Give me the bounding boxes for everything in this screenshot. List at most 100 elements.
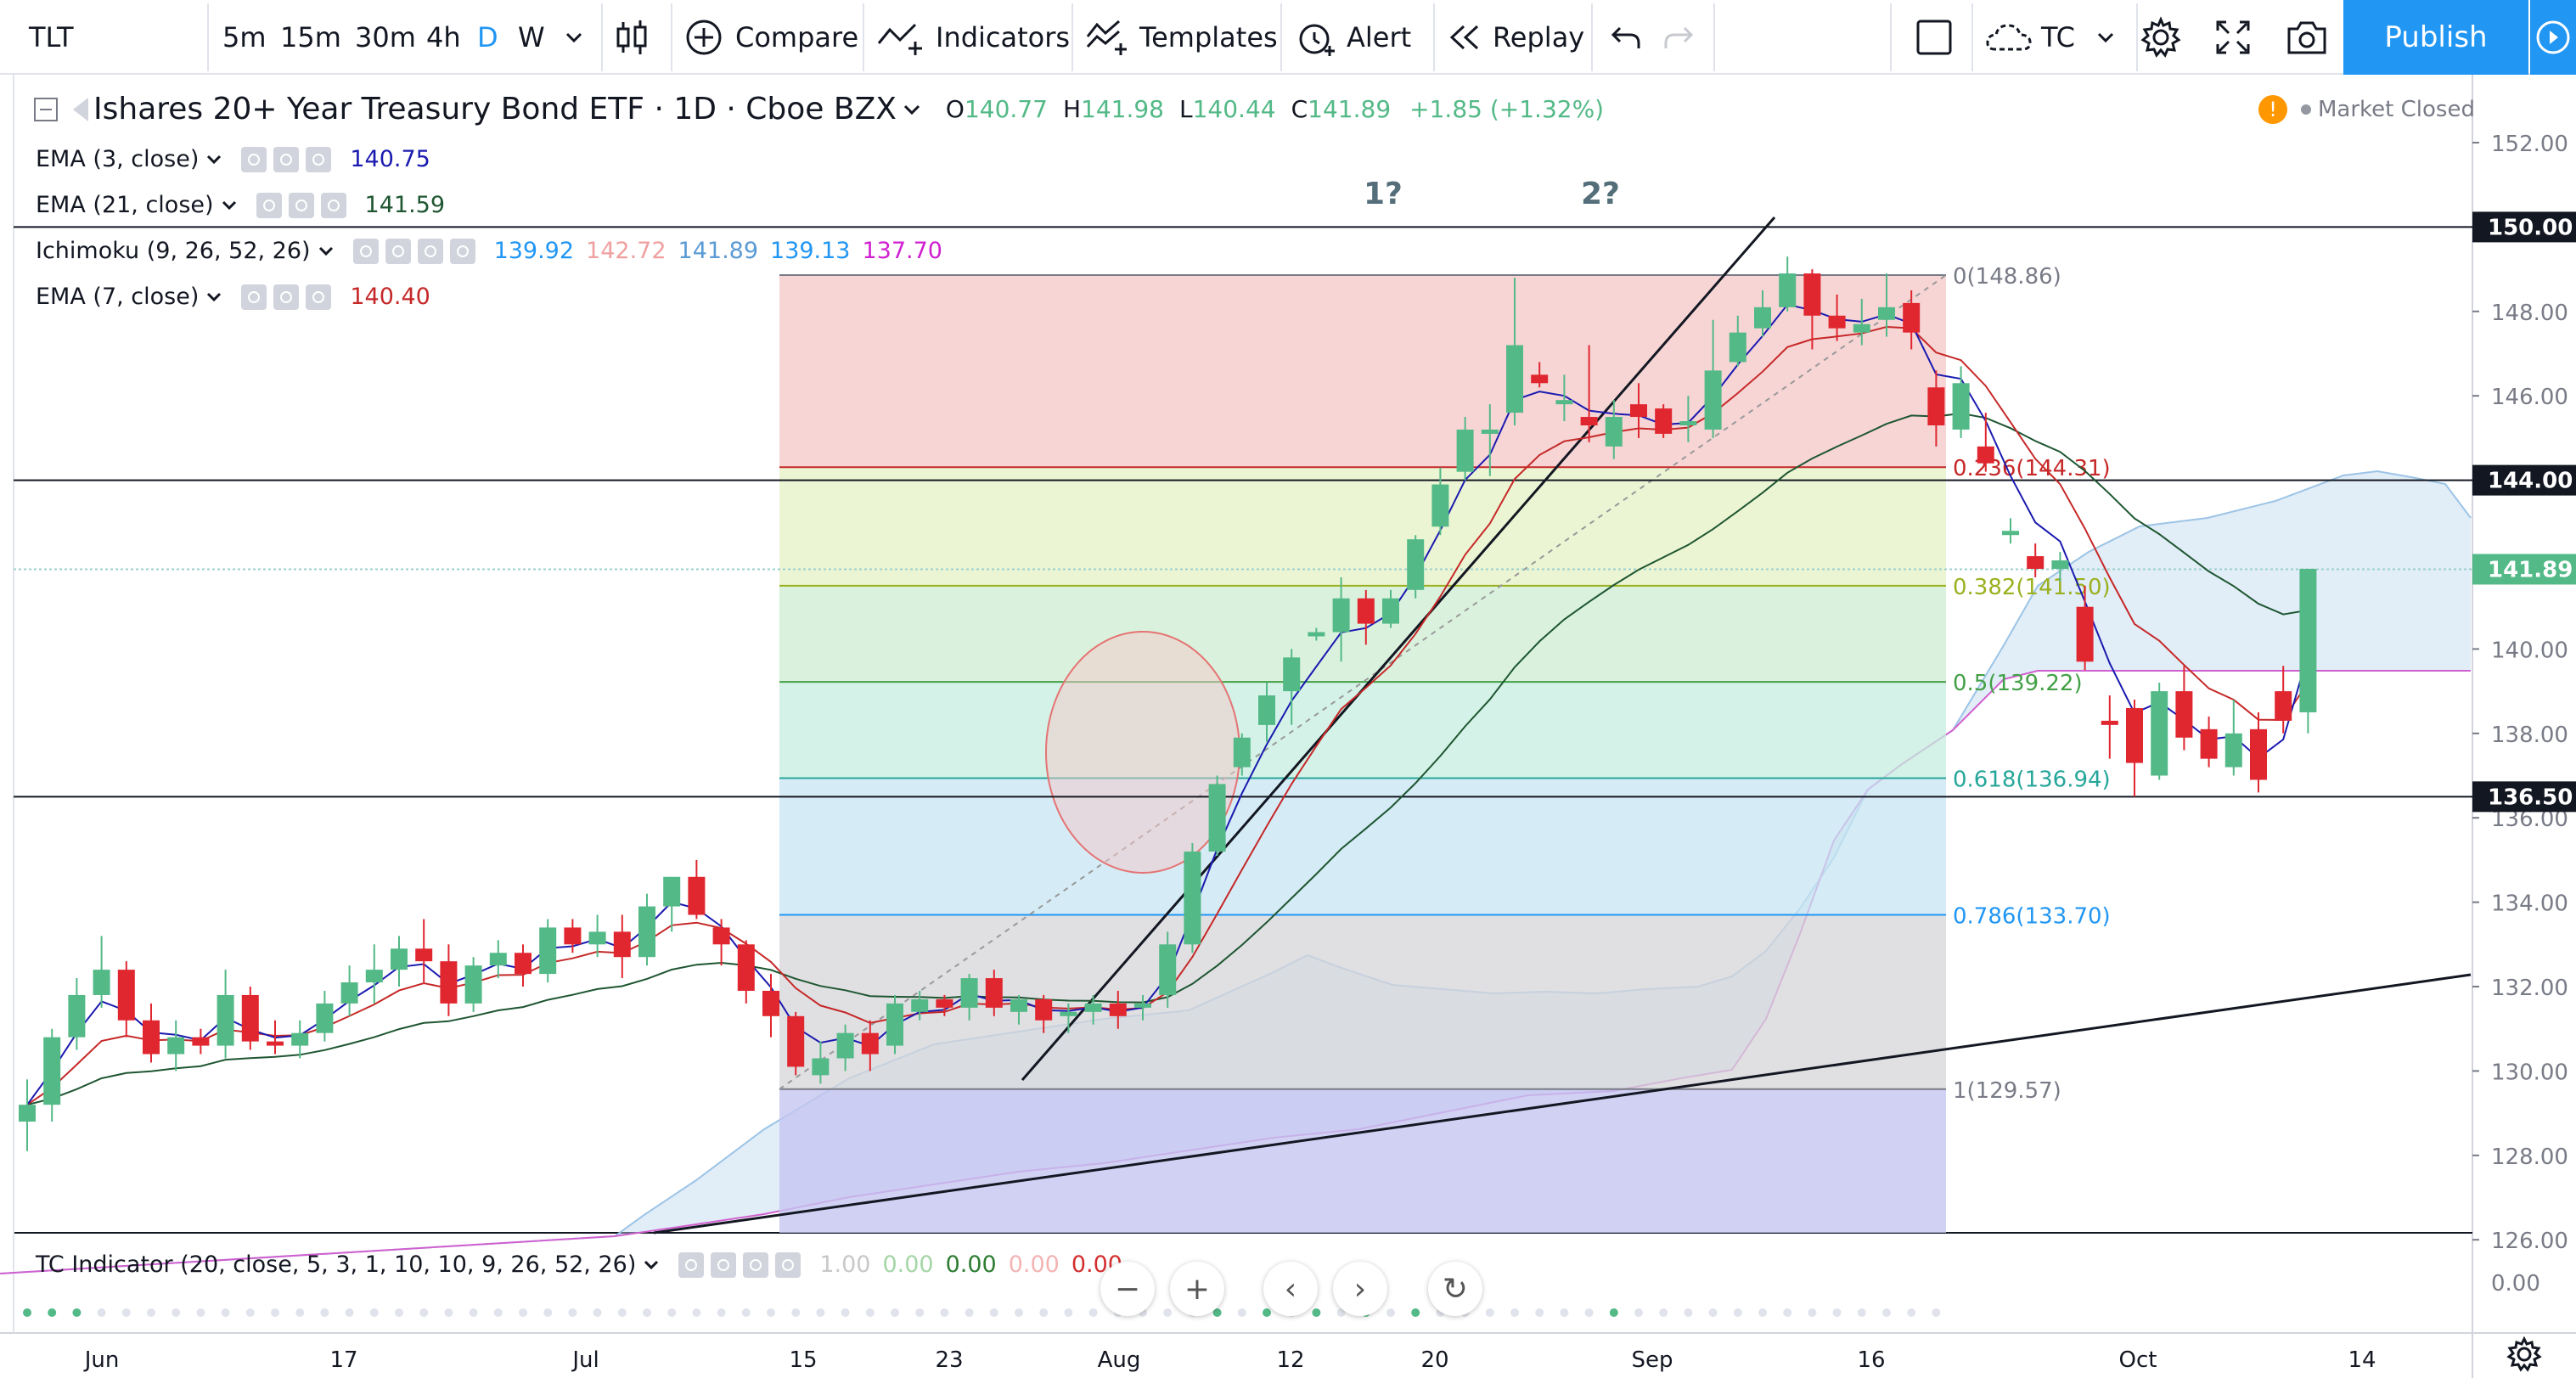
candle-body[interactable]: [1878, 307, 1895, 320]
candle-body[interactable]: [1977, 446, 1994, 464]
candle-body[interactable]: [1580, 417, 1598, 425]
candle-body[interactable]: [588, 931, 606, 945]
chevron-down-icon[interactable]: [318, 243, 335, 260]
candle-body[interactable]: [1258, 695, 1275, 725]
candle-body[interactable]: [365, 970, 383, 983]
candle-body[interactable]: [1283, 657, 1301, 692]
candle-body[interactable]: [613, 931, 631, 958]
candle-body[interactable]: [1159, 944, 1177, 995]
candle-body[interactable]: [911, 998, 929, 1012]
visibility-icon[interactable]: [241, 284, 267, 310]
candle-body[interactable]: [1109, 1003, 1127, 1016]
settings-icon[interactable]: [273, 284, 300, 310]
candle-body[interactable]: [167, 1037, 185, 1055]
remove-icon[interactable]: [320, 192, 346, 218]
candle-body[interactable]: [2175, 691, 2193, 738]
candle-body[interactable]: [415, 948, 433, 962]
visibility-icon[interactable]: [352, 238, 379, 264]
candle-body[interactable]: [489, 953, 507, 966]
candle-body[interactable]: [2101, 720, 2118, 725]
candle-body[interactable]: [2275, 691, 2292, 721]
candle-body[interactable]: [2076, 606, 2094, 662]
annotation-label-1[interactable]: 1?: [1364, 177, 1403, 211]
candle-body[interactable]: [93, 970, 110, 995]
candle-body[interactable]: [2200, 728, 2218, 759]
candle-body[interactable]: [2126, 707, 2143, 763]
candle-body[interactable]: [117, 970, 135, 1021]
flag-icon[interactable]: [73, 97, 88, 121]
candle-body[interactable]: [241, 994, 259, 1042]
candle-body[interactable]: [2250, 728, 2267, 780]
candle-body[interactable]: [143, 1020, 160, 1055]
candle-body[interactable]: [1084, 1003, 1102, 1012]
candle-body[interactable]: [1655, 408, 1673, 434]
candle-body[interactable]: [1060, 1011, 1077, 1016]
candle-body[interactable]: [2299, 568, 2317, 712]
candle-body[interactable]: [886, 1003, 903, 1046]
chevron-down-icon[interactable]: [205, 151, 222, 168]
candle-body[interactable]: [1481, 429, 1499, 434]
candle-body[interactable]: [1927, 387, 1945, 425]
candle-body[interactable]: [1035, 998, 1053, 1021]
candle-body[interactable]: [1952, 383, 1970, 430]
indicator-legend-row[interactable]: Ichimoku (9, 26, 52, 26) 139.92 142.72 141.…: [36, 238, 942, 264]
scroll-right-button[interactable]: ›: [1333, 1262, 1387, 1316]
candle-body[interactable]: [1184, 851, 1201, 945]
remove-icon[interactable]: [306, 146, 332, 172]
candle-body[interactable]: [1431, 484, 1449, 527]
visibility-icon[interactable]: [256, 192, 282, 218]
candle-body[interactable]: [1010, 998, 1027, 1012]
candle-body[interactable]: [515, 953, 532, 975]
candle-body[interactable]: [1704, 370, 1722, 430]
remove-icon[interactable]: [775, 1251, 801, 1278]
candle-body[interactable]: [440, 961, 458, 1004]
candle-body[interactable]: [267, 1041, 284, 1046]
candle-body[interactable]: [1605, 417, 1623, 447]
candle-body[interactable]: [1233, 737, 1251, 768]
source-code-icon[interactable]: [417, 238, 443, 264]
candle-body[interactable]: [192, 1037, 210, 1046]
candle-body[interactable]: [861, 1032, 879, 1055]
candle-body[interactable]: [539, 927, 557, 975]
annotation-label-2[interactable]: 2?: [1581, 177, 1620, 211]
candle-body[interactable]: [68, 994, 86, 1038]
settings-icon[interactable]: [288, 192, 314, 218]
chevron-down-icon[interactable]: [902, 99, 922, 120]
candle-body[interactable]: [217, 994, 234, 1046]
candle-body[interactable]: [1630, 404, 1647, 418]
indicator-legend-row[interactable]: EMA (3, close) 140.75: [36, 146, 430, 172]
remove-icon[interactable]: [306, 284, 332, 310]
source-code-icon[interactable]: [743, 1251, 769, 1278]
candle-body[interactable]: [1754, 307, 1771, 329]
candle-body[interactable]: [1828, 315, 1846, 329]
candle-body[interactable]: [316, 1003, 334, 1033]
candle-body[interactable]: [391, 948, 408, 970]
candle-body[interactable]: [1308, 632, 1325, 637]
candle-body[interactable]: [340, 982, 358, 1004]
indicator-legend-row[interactable]: EMA (21, close) 141.59: [36, 192, 445, 218]
candle-body[interactable]: [836, 1032, 854, 1059]
candle-body[interactable]: [2002, 531, 2019, 536]
candle-body[interactable]: [812, 1058, 830, 1076]
scroll-left-button[interactable]: ‹: [1263, 1262, 1318, 1316]
candle-body[interactable]: [712, 927, 730, 945]
candle-body[interactable]: [1506, 345, 1523, 413]
settings-icon[interactable]: [711, 1251, 737, 1278]
market-status[interactable]: ! Market Closed: [2258, 95, 2475, 124]
chevron-down-icon[interactable]: [221, 197, 238, 214]
candle-body[interactable]: [1853, 323, 1870, 333]
candle-body[interactable]: [2151, 691, 2168, 776]
candle-body[interactable]: [1531, 374, 1549, 384]
visibility-icon[interactable]: [241, 146, 267, 172]
candle-body[interactable]: [1357, 598, 1375, 624]
indicator-legend-row[interactable]: EMA (7, close) 140.40: [36, 284, 430, 310]
candle-body[interactable]: [564, 927, 582, 945]
candle-body[interactable]: [787, 1015, 805, 1067]
candle-body[interactable]: [2027, 556, 2044, 569]
candle-body[interactable]: [19, 1105, 36, 1122]
remove-icon[interactable]: [449, 238, 475, 264]
candle-body[interactable]: [985, 978, 1003, 1008]
candle-body[interactable]: [638, 906, 655, 958]
candle-body[interactable]: [1679, 421, 1697, 425]
candle-body[interactable]: [2051, 560, 2069, 569]
